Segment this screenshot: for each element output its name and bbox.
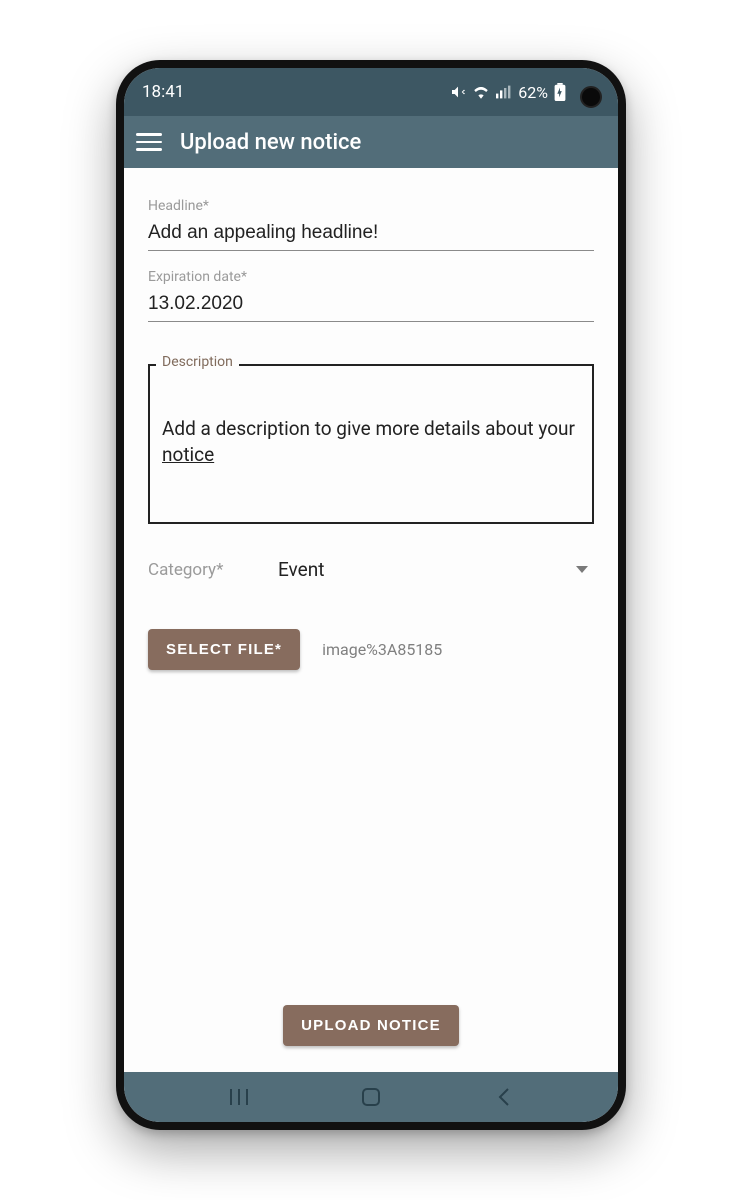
description-input[interactable]: Add a description to give more details a… [148, 364, 594, 524]
menu-icon[interactable] [136, 129, 162, 155]
file-row: SELECT FILE* image%3A85185 [148, 629, 594, 670]
headline-input[interactable] [148, 218, 594, 251]
recents-icon[interactable] [221, 1079, 257, 1115]
spacer [148, 680, 594, 995]
category-field: Category* Event [148, 558, 594, 581]
wifi-icon [472, 85, 490, 99]
back-icon[interactable] [486, 1079, 522, 1115]
description-text-underlined: notice [162, 443, 214, 466]
screen: 18:41 62% Upload [124, 68, 618, 1122]
selected-file-name: image%3A85185 [322, 640, 442, 659]
category-label: Category* [148, 560, 278, 580]
chevron-down-icon [576, 566, 588, 573]
status-bar: 18:41 62% [124, 68, 618, 116]
battery-icon [554, 83, 566, 101]
front-camera [580, 86, 602, 108]
mute-icon [450, 84, 466, 100]
status-time: 18:41 [138, 82, 184, 102]
headline-label: Headline* [148, 198, 594, 214]
upload-notice-button[interactable]: UPLOAD NOTICE [283, 1005, 459, 1046]
description-label: Description [156, 354, 239, 370]
select-file-button[interactable]: SELECT FILE* [148, 629, 300, 670]
headline-field: Headline* [148, 198, 594, 251]
description-text-prefix: Add a description to give more details a… [162, 417, 575, 440]
status-icons: 62% [450, 83, 566, 102]
category-selected-value: Event [278, 558, 324, 581]
app-bar: Upload new notice [124, 116, 618, 168]
category-select[interactable]: Event [278, 558, 594, 581]
phone-frame: 18:41 62% Upload [116, 60, 626, 1130]
battery-text: 62% [518, 83, 548, 102]
expiration-input[interactable] [148, 289, 594, 322]
expiration-field: Expiration date* [148, 269, 594, 322]
page-title: Upload new notice [180, 130, 361, 155]
description-field: Description Add a description to give mo… [148, 364, 594, 524]
submit-row: UPLOAD NOTICE [148, 995, 594, 1072]
system-nav-bar [124, 1072, 618, 1122]
expiration-label: Expiration date* [148, 269, 594, 285]
form-content: Headline* Expiration date* Description A… [124, 168, 618, 1072]
signal-icon [496, 85, 512, 99]
home-icon[interactable] [353, 1079, 389, 1115]
